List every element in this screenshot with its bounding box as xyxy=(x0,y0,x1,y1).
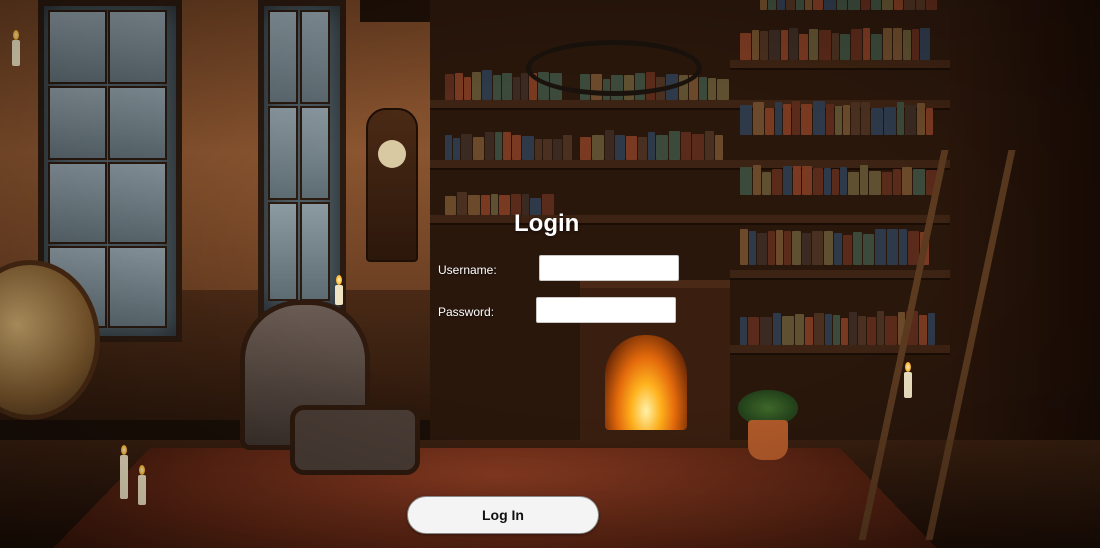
username-input[interactable] xyxy=(539,255,679,281)
login-button[interactable]: Log In xyxy=(407,496,599,534)
password-label: Password: xyxy=(438,305,495,319)
password-input[interactable] xyxy=(536,297,676,323)
username-label: Username: xyxy=(438,263,497,277)
login-title: Login xyxy=(514,210,580,237)
